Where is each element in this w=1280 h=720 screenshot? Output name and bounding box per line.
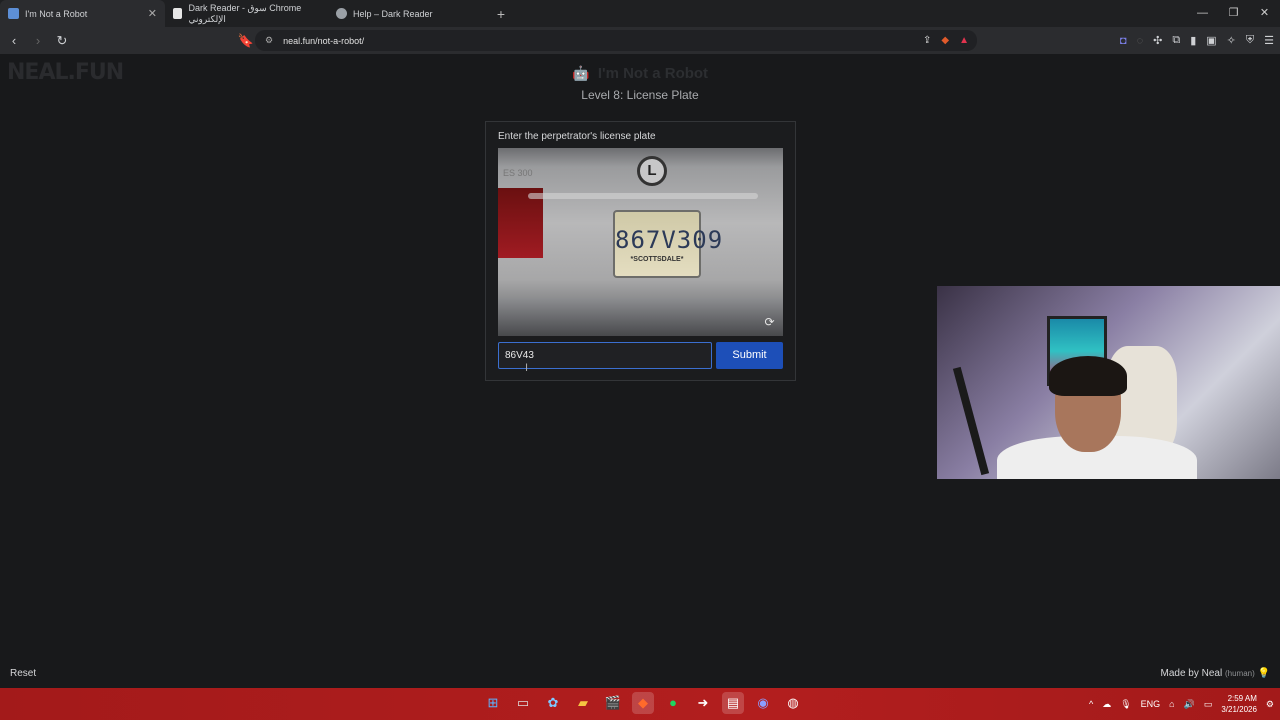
spotify-icon[interactable]: ●	[662, 692, 684, 714]
person-hair	[1049, 356, 1127, 396]
tab-title: I'm Not a Robot	[25, 8, 88, 19]
refresh-icon[interactable]: ⟳	[762, 315, 777, 330]
plate-subtext: *SCOTTSDALE*	[630, 256, 684, 263]
tab-title: Help – Dark Reader	[353, 8, 433, 19]
tab-dark-reader-store[interactable]: Dark Reader - سوق Chrome الإلكتروني	[165, 0, 328, 27]
windows-taskbar: ⊞ ▭ ✿ ▰ 🎬 ◆ ● ➜ ▤ ◉ ◍ ^ ☁ 🎙 ENG ⌂ 🔊 ▭ 2:…	[0, 688, 1280, 720]
language-indicator[interactable]: ENG	[1141, 699, 1161, 709]
navigation-bar: ‹ › ↻ 🔖 ⚙ neal.fun/not-a-robot/ ⇪ ◆ ▲ ◘ …	[0, 27, 1280, 54]
address-bar[interactable]: ⚙ neal.fun/not-a-robot/ ⇪ ◆ ▲	[255, 30, 977, 51]
forward-icon[interactable]: ›	[28, 33, 48, 48]
reload-icon[interactable]: ↻	[52, 33, 72, 49]
page-title: I'm Not a Robot	[597, 65, 709, 82]
sidebar-icon[interactable]: ▮	[1190, 34, 1196, 47]
challenge-card: Enter the perpetrator's license plate ES…	[485, 121, 796, 381]
tab-title: Dark Reader - سوق Chrome الإلكتروني	[188, 2, 302, 24]
copilot-icon[interactable]: ✿	[542, 692, 564, 714]
trunk-chrome-strip	[528, 193, 758, 199]
cloud-icon[interactable]: ☁	[1102, 699, 1111, 710]
mic-icon[interactable]: 🎙	[1120, 699, 1131, 710]
arrow-app-icon[interactable]: ➜	[692, 692, 714, 714]
discord-icon[interactable]: ◉	[752, 692, 774, 714]
made-by-credit[interactable]: Made by Neal (human) 💡	[1160, 668, 1270, 679]
reset-button[interactable]: Reset	[10, 668, 36, 679]
submit-button[interactable]: Submit	[716, 342, 783, 369]
bookmark-icon[interactable]: 🔖	[236, 33, 256, 49]
file-explorer-icon[interactable]: ▰	[572, 692, 594, 714]
made-by-note: (human)	[1224, 669, 1255, 678]
tab-strip: I'm Not a Robot ✕ Dark Reader - سوق Chro…	[0, 0, 1280, 27]
network-icon[interactable]: ⌂	[1169, 699, 1174, 709]
bumper	[498, 298, 783, 336]
screenshot-icon[interactable]: ⧉	[1172, 34, 1180, 47]
clock-time: 2:59 AM	[1227, 694, 1257, 703]
text-cursor-icon: I	[525, 362, 529, 374]
lightbulb-icon: 💡	[1257, 668, 1270, 679]
car-emblem-icon: L	[637, 156, 667, 186]
close-tab-icon[interactable]: ✕	[148, 7, 157, 20]
notifications-icon[interactable]: ⚙	[1266, 699, 1274, 710]
extensions-puzzle-icon[interactable]: ✣	[1153, 34, 1162, 47]
plate-number: 867V309	[615, 226, 724, 254]
back-icon[interactable]: ‹	[4, 33, 24, 48]
maximize-icon[interactable]: ❐	[1218, 0, 1249, 27]
license-plate-image: ES 300 L 867V309 *SCOTTSDALE* ⟳	[498, 148, 783, 336]
model-badge: ES 300	[503, 168, 533, 178]
web-page: NEAL.FUN 🤖 I'm Not a Robot Level 8: Lice…	[0, 54, 1280, 688]
dark-reader-favicon-icon	[336, 8, 347, 19]
vpn-icon[interactable]: ⛨	[1246, 34, 1254, 47]
task-view-icon[interactable]: ▭	[512, 692, 534, 714]
show-hidden-icons[interactable]: ^	[1089, 699, 1093, 709]
obs-icon[interactable]: ◍	[782, 692, 804, 714]
volume-icon[interactable]: 🔊	[1184, 699, 1195, 710]
site-info-icon[interactable]: ⚙	[265, 35, 273, 46]
close-window-icon[interactable]: ✕	[1249, 0, 1280, 27]
level-subtitle: Level 8: License Plate	[581, 88, 699, 102]
windows-start-icon[interactable]: ⊞	[482, 692, 504, 714]
extension-icon[interactable]: ◘	[1120, 35, 1127, 47]
license-plate: 867V309 *SCOTTSDALE*	[613, 210, 724, 278]
webcam-overlay	[937, 286, 1280, 479]
brave-shields-icon[interactable]: ◆	[941, 35, 949, 46]
plate-answer-input[interactable]: 86V43	[498, 342, 712, 369]
brave-rewards-icon[interactable]: ▲	[959, 35, 969, 46]
made-by-text: Made by Neal	[1160, 668, 1223, 679]
robot-favicon-icon	[8, 8, 19, 19]
new-tab-button[interactable]: +	[488, 6, 514, 22]
minimize-icon[interactable]: —	[1187, 0, 1218, 27]
media-app-icon[interactable]: ▤	[722, 692, 744, 714]
clapper-app-icon[interactable]: 🎬	[602, 692, 624, 714]
robot-icon: 🤖	[571, 65, 590, 81]
tab-dark-reader-help[interactable]: Help – Dark Reader	[328, 0, 488, 27]
brave-browser-icon[interactable]: ◆	[632, 692, 654, 714]
clock-date: 3/21/2026	[1221, 705, 1257, 714]
battery-icon[interactable]: ▭	[1204, 699, 1213, 710]
leo-ai-icon[interactable]: ✧	[1227, 34, 1236, 47]
extension-icon[interactable]: ◌	[1137, 35, 1144, 47]
mic-arm	[952, 366, 990, 476]
tab-not-a-robot[interactable]: I'm Not a Robot ✕	[0, 0, 165, 27]
url-text: neal.fun/not-a-robot/	[283, 35, 365, 46]
chrome-store-favicon-icon	[173, 8, 183, 19]
system-clock[interactable]: 2:59 AM 3/21/2026	[1221, 693, 1257, 715]
share-icon[interactable]: ⇪	[923, 35, 931, 46]
challenge-prompt: Enter the perpetrator's license plate	[498, 131, 656, 142]
menu-icon[interactable]: ☰	[1264, 34, 1274, 47]
wallet-icon[interactable]: ▣	[1206, 34, 1216, 47]
